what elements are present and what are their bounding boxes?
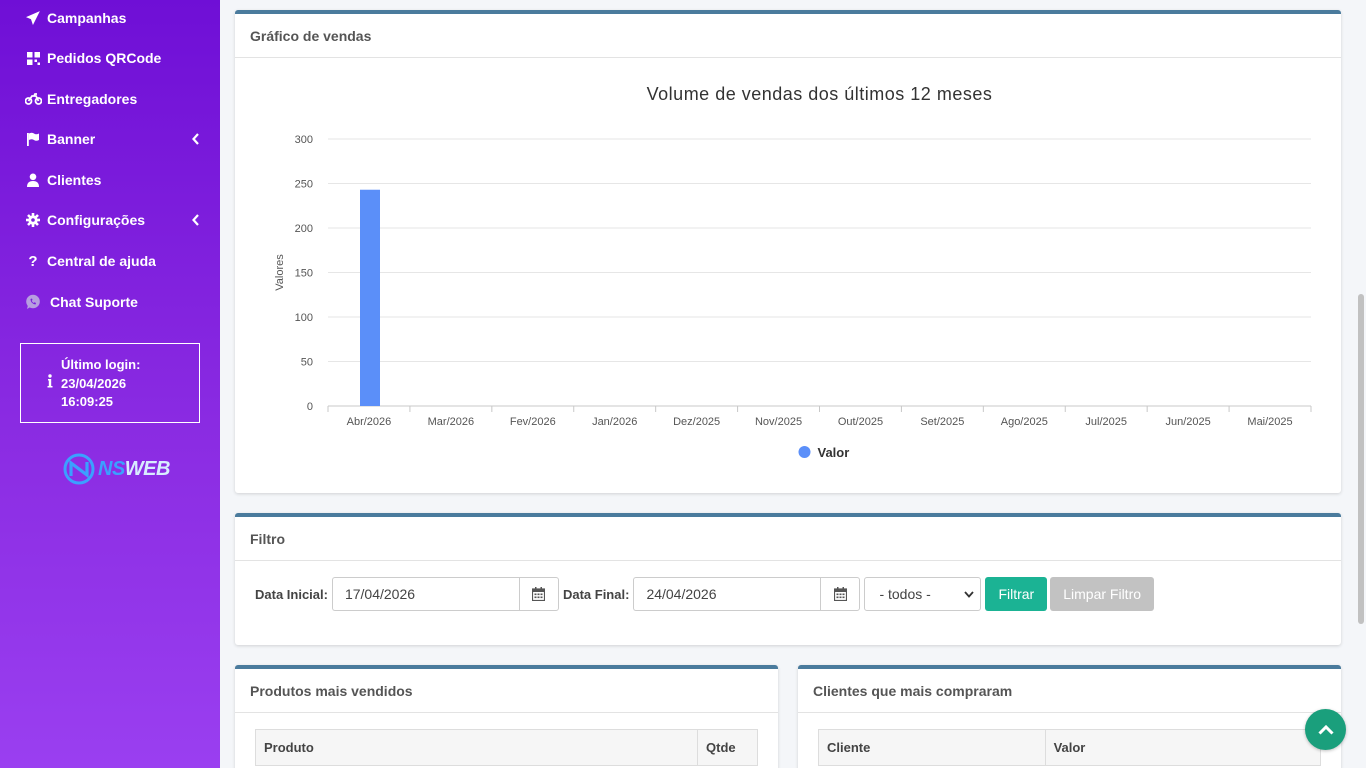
gear-icon [24, 211, 42, 229]
top-clients-table: Cliente Valor [818, 729, 1322, 766]
qrcode-icon [24, 49, 42, 67]
filter-row: Data Inicial: Data Final: - todos - Filt… [255, 577, 1155, 611]
x-tick-label: Mar/2026 [428, 416, 474, 428]
chart-title: Volume de vendas dos últimos 12 meses [647, 84, 993, 104]
clear-filter-button[interactable]: Limpar Filtro [1050, 577, 1155, 611]
start-date-calendar-button[interactable] [518, 577, 559, 611]
scrollbar-thumb[interactable] [1358, 294, 1364, 624]
sidebar-item-clientes[interactable]: Clientes [0, 162, 220, 198]
x-tick-label: Jun/2025 [1165, 416, 1210, 428]
x-tick-label: Out/2025 [838, 416, 883, 428]
status-select[interactable]: - todos - [864, 577, 982, 611]
user-icon [24, 171, 42, 189]
last-login-box: Último login: 23/04/2026 16:09:25 [20, 343, 200, 423]
x-tick-label: Dez/2025 [673, 416, 720, 428]
y-axis-label: Valores [274, 254, 286, 291]
y-tick-label: 100 [295, 312, 313, 324]
x-tick-label: Set/2025 [920, 416, 964, 428]
filter-button[interactable]: Filtrar [985, 577, 1048, 611]
column-header-qtde[interactable]: Qtde [697, 729, 758, 766]
card-header: Clientes que mais compraram [798, 669, 1341, 713]
table-header-row: Produto Qtde [254, 729, 758, 766]
x-tick-label: Ago/2025 [1001, 416, 1048, 428]
y-tick-label: 250 [295, 179, 313, 191]
last-login-time: 16:09:25 [61, 394, 114, 409]
sidebar-item-label: Banner [47, 131, 96, 147]
start-date-label: Data Inicial: [255, 586, 328, 602]
sidebar: Campanhas Pedidos QRCode Entregadores Ba… [0, 0, 220, 768]
sidebar-item-label: Chat Suporte [50, 294, 138, 310]
card-title: Produtos mais vendidos [250, 682, 413, 699]
sidebar-item-banner[interactable]: Banner [0, 121, 220, 157]
x-tick-label: Mai/2025 [1247, 416, 1292, 428]
sales-chart-card: Gráfico de vendas Volume de vendas dos ú… [235, 10, 1341, 493]
sidebar-item-label: Pedidos QRCode [47, 50, 162, 66]
sidebar-item-label: Clientes [47, 172, 102, 188]
x-tick-label: Abr/2026 [347, 416, 392, 428]
y-tick-label: 50 [301, 357, 313, 369]
card-header: Produtos mais vendidos [235, 669, 778, 713]
sidebar-item-label: Central de ajuda [47, 253, 156, 269]
last-login-date: 23/04/2026 [61, 375, 127, 391]
sidebar-item-configuracoes[interactable]: Configurações [0, 202, 220, 238]
column-header-cliente[interactable]: Cliente [818, 729, 1046, 766]
status-select-value: - todos - [879, 586, 931, 602]
nsweb-logo-text: NSWEB [98, 457, 170, 480]
filter-card: Filtro Data Inicial: Data Final: - todos… [235, 513, 1341, 645]
info-icon [47, 374, 53, 393]
nsweb-logo-icon [63, 453, 95, 485]
sidebar-item-campanhas[interactable]: Campanhas [0, 0, 220, 36]
page-scrollbar[interactable] [1356, 0, 1366, 768]
sidebar-item-entregadores[interactable]: Entregadores [0, 81, 220, 117]
sidebar-item-pedidos-qrcode[interactable]: Pedidos QRCode [0, 40, 220, 76]
card-header: Gráfico de vendas [235, 14, 1341, 58]
chevron-up-icon [1317, 724, 1334, 735]
table-header-row: Cliente Valor [818, 729, 1322, 766]
top-products-card: Produtos mais vendidos Produto Qtde [235, 665, 778, 768]
sidebar-item-chat-suporte[interactable]: Chat Suporte [0, 284, 220, 320]
end-date-calendar-button[interactable] [820, 577, 861, 611]
card-title: Clientes que mais compraram [813, 682, 1013, 699]
y-tick-label: 0 [307, 401, 313, 413]
paper-plane-icon [24, 9, 42, 27]
end-date-input[interactable] [633, 577, 821, 611]
x-tick-label: Jul/2025 [1085, 416, 1127, 428]
calendar-icon [833, 587, 847, 601]
end-date-label: Data Final: [562, 586, 630, 602]
whatsapp-icon [24, 293, 42, 311]
sales-bar-chart: Volume de vendas dos últimos 12 meses 0 50… [274, 84, 1312, 460]
bar [360, 189, 380, 406]
back-to-top-button[interactable] [1305, 709, 1346, 750]
sidebar-item-label: Configurações [47, 212, 146, 228]
column-header-produto[interactable]: Produto [254, 729, 699, 766]
y-tick-label: 300 [295, 134, 313, 146]
sidebar-item-central-de-ajuda[interactable]: ? Central de ajuda [0, 243, 220, 279]
last-login-label: Último login: [61, 357, 141, 372]
x-tick-label: Jan/2026 [592, 416, 637, 428]
x-tick-label: Fev/2026 [510, 416, 556, 428]
chevron-left-icon [192, 132, 200, 150]
sidebar-item-label: Entregadores [47, 91, 138, 107]
y-tick-label: 200 [295, 223, 313, 235]
card-title: Gráfico de vendas [250, 27, 372, 44]
nsweb-logo: NSWEB [62, 452, 170, 486]
start-date-input[interactable] [331, 577, 519, 611]
legend-label: Valor [818, 445, 850, 460]
y-tick-label: 150 [295, 268, 313, 280]
legend-marker [798, 446, 811, 458]
card-title: Filtro [250, 530, 285, 547]
top-products-table: Produto Qtde [254, 729, 758, 766]
card-header: Filtro [235, 517, 1341, 561]
calendar-icon [532, 587, 546, 601]
column-header-valor[interactable]: Valor [1044, 729, 1322, 766]
flag-icon [24, 130, 42, 148]
top-clients-card: Clientes que mais compraram Cliente Valo… [798, 665, 1341, 768]
question-icon: ? [28, 252, 38, 270]
sidebar-item-label: Campanhas [47, 10, 127, 26]
motorcycle-icon [24, 90, 42, 108]
chevron-down-icon [964, 590, 975, 598]
x-tick-label: Nov/2025 [755, 416, 802, 428]
chevron-left-icon [192, 213, 200, 231]
